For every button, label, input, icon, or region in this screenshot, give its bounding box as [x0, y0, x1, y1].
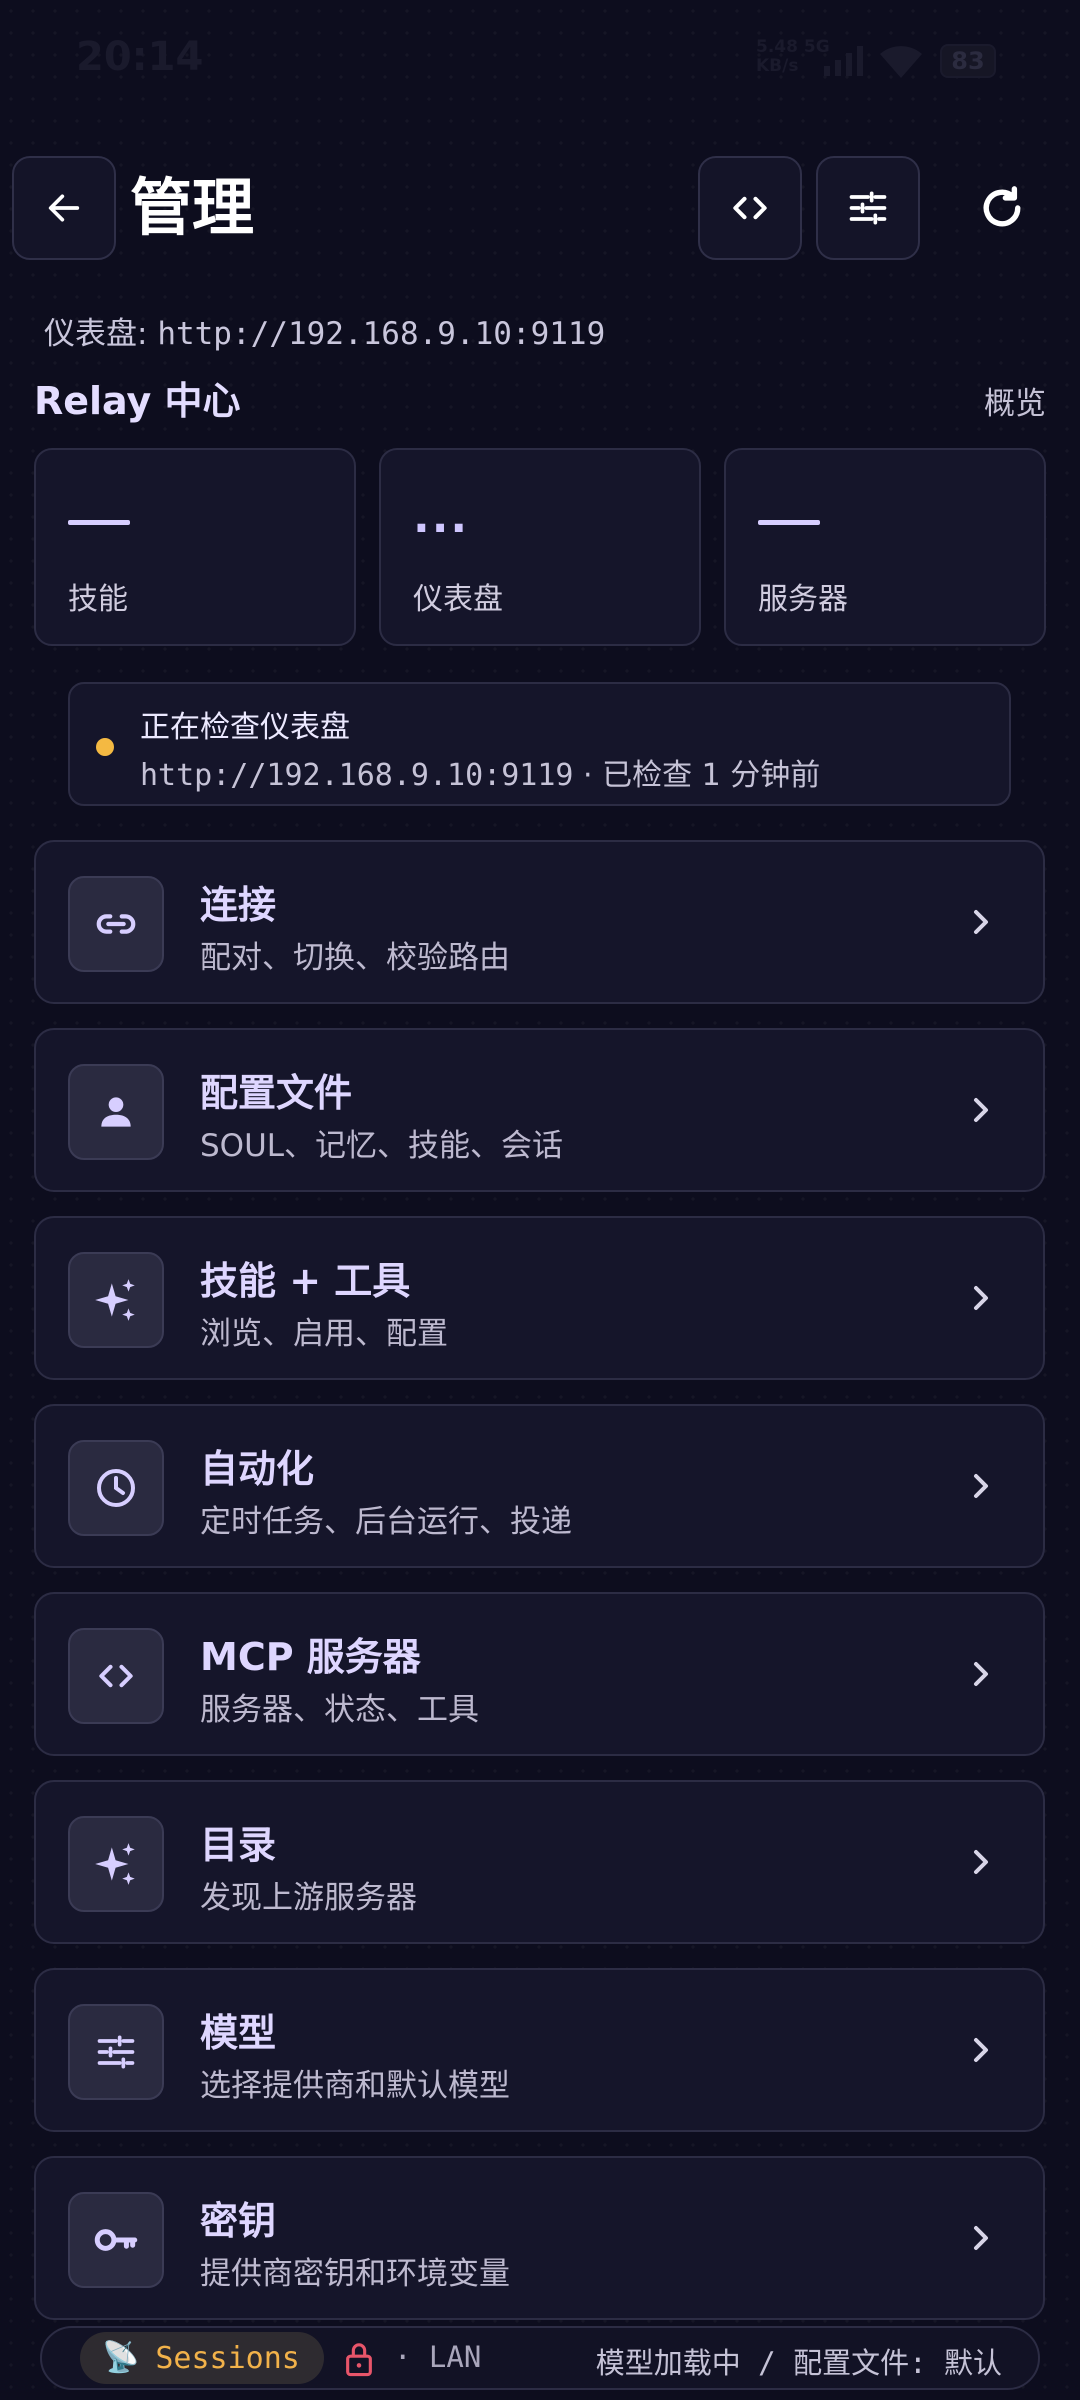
network-speed: 5.48 5G KB/s: [756, 38, 830, 76]
chevron-right-icon: [974, 1098, 988, 1122]
menu-icon-box: [68, 1252, 164, 1348]
menu-title: 目录: [200, 1823, 277, 1867]
network-speed-unit: KB/s: [756, 56, 799, 76]
check-url: http://192.168.9.10:9119: [140, 758, 574, 793]
satellite-icon: 📡: [102, 2340, 140, 2375]
menu-title: 密钥: [200, 2199, 277, 2243]
chevron-right-icon: [974, 1474, 988, 1498]
check-detail: http://192.168.9.10:9119 · 已检查 1 分钟前: [140, 750, 820, 794]
menu-subtitle: SOUL、记忆、技能、会话: [200, 1128, 564, 1164]
relay-center-title: Relay 中心: [34, 379, 241, 423]
stat-placeholder-dash: [68, 520, 130, 525]
menu-item-models[interactable]: 模型 选择提供商和默认模型: [34, 1968, 1045, 2132]
menu-icon-box: [68, 1816, 164, 1912]
menu-item-skills-tools[interactable]: 技能 + 工具 浏览、启用、配置: [34, 1216, 1045, 1380]
status-bar: 20:14 5.48 5G KB/s 83: [0, 0, 1080, 120]
menu-item-connection[interactable]: 连接 配对、切换、校验路由: [34, 840, 1045, 1004]
menu-subtitle: 发现上游服务器: [200, 1880, 417, 1916]
link-icon: [96, 914, 136, 934]
dashboard-url-line: 仪表盘: http://192.168.9.10:9119: [44, 308, 605, 353]
sparkle-icon: [95, 1279, 135, 1321]
menu-item-catalog[interactable]: 目录 发现上游服务器: [34, 1780, 1045, 1944]
menu-title: 自动化: [200, 1447, 315, 1491]
wifi-icon: [880, 46, 922, 78]
menu-icon-box: [68, 1440, 164, 1536]
menu-icon-box: [68, 2004, 164, 2100]
menu-subtitle: 服务器、状态、工具: [200, 1692, 479, 1728]
stat-card-servers[interactable]: 服务器: [724, 448, 1046, 646]
menu-item-automation[interactable]: 自动化 定时任务、后台运行、投递: [34, 1404, 1045, 1568]
menu-subtitle: 浏览、启用、配置: [200, 1316, 448, 1352]
status-time: 20:14: [76, 34, 204, 80]
status-dot: [96, 738, 114, 756]
menu-subtitle: 定时任务、后台运行、投递: [200, 1504, 572, 1540]
code-button[interactable]: [698, 156, 802, 260]
person-icon: [101, 1097, 131, 1127]
sessions-button[interactable]: 📡 Sessions: [80, 2332, 324, 2384]
refresh-icon: [983, 186, 1021, 227]
clock-icon: [97, 1469, 135, 1507]
header: 管理: [0, 156, 1080, 264]
back-button[interactable]: [12, 156, 116, 260]
sessions-label: Sessions: [155, 2340, 300, 2376]
stat-label: 技能: [68, 582, 128, 617]
menu-icon-box: [68, 876, 164, 972]
dashboard-label: 仪表盘:: [44, 316, 148, 352]
stat-label: 仪表盘: [413, 582, 503, 617]
tune-icon: [849, 191, 887, 225]
tune-button[interactable]: [816, 156, 920, 260]
bottom-status-bar: 📡 Sessions · LAN 模型加载中 / 配置文件: 默认: [40, 2326, 1040, 2390]
menu-item-mcp-servers[interactable]: MCP 服务器 服务器、状态、工具: [34, 1592, 1045, 1756]
signal-icon: [824, 46, 863, 76]
code-icon: [99, 1664, 133, 1688]
lock-icon[interactable]: [342, 2340, 376, 2378]
menu-item-profiles[interactable]: 配置文件 SOUL、记忆、技能、会话: [34, 1028, 1045, 1192]
chevron-right-icon: [974, 910, 988, 934]
code-icon: [733, 196, 767, 220]
check-time: 已检查 1 分钟前: [602, 758, 821, 793]
menu-item-secrets[interactable]: 密钥 提供商密钥和环境变量: [34, 2156, 1045, 2320]
chevron-right-icon: [974, 2226, 988, 2250]
sparkle-icon: [95, 1843, 135, 1885]
menu-title: 配置文件: [200, 1071, 353, 1115]
page-title: 管理: [130, 171, 255, 244]
check-title: 正在检查仪表盘: [140, 710, 350, 745]
stat-value: ...: [413, 492, 470, 543]
refresh-button[interactable]: [950, 156, 1054, 260]
stat-card-skills[interactable]: 技能: [34, 448, 356, 646]
tune-icon: [97, 2035, 135, 2069]
chevron-right-icon: [974, 1850, 988, 1874]
network-speed-value: 5.48: [756, 37, 798, 57]
stat-placeholder-dash: [758, 520, 820, 525]
chevron-right-icon: [974, 1662, 988, 1686]
stat-card-dashboard[interactable]: ... 仪表盘: [379, 448, 701, 646]
model-status-text: 模型加载中 / 配置文件: 默认: [595, 2346, 1002, 2380]
dashboard-check-banner: 正在检查仪表盘 http://192.168.9.10:9119 · 已检查 1…: [68, 682, 1011, 806]
menu-title: 技能 + 工具: [200, 1259, 411, 1303]
key-icon: [94, 2229, 138, 2251]
arrow-left-icon: [48, 194, 80, 222]
lan-label: · LAN: [394, 2340, 482, 2374]
menu-subtitle: 提供商密钥和环境变量: [200, 2256, 510, 2292]
overview-link[interactable]: 概览: [984, 378, 1046, 423]
menu-title: 模型: [200, 2011, 277, 2055]
dashboard-url[interactable]: http://192.168.9.10:9119: [157, 316, 605, 352]
check-separator: ·: [583, 758, 593, 793]
menu-icon-box: [68, 2192, 164, 2288]
menu-subtitle: 选择提供商和默认模型: [200, 2068, 510, 2104]
chevron-right-icon: [974, 2038, 988, 2062]
menu-title: MCP 服务器: [200, 1635, 421, 1679]
menu-title: 连接: [200, 883, 277, 927]
stat-label: 服务器: [758, 582, 848, 617]
menu-icon-box: [68, 1628, 164, 1724]
menu-icon-box: [68, 1064, 164, 1160]
menu-subtitle: 配对、切换、校验路由: [200, 940, 510, 976]
battery-indicator: 83: [940, 44, 996, 78]
chevron-right-icon: [974, 1286, 988, 1310]
